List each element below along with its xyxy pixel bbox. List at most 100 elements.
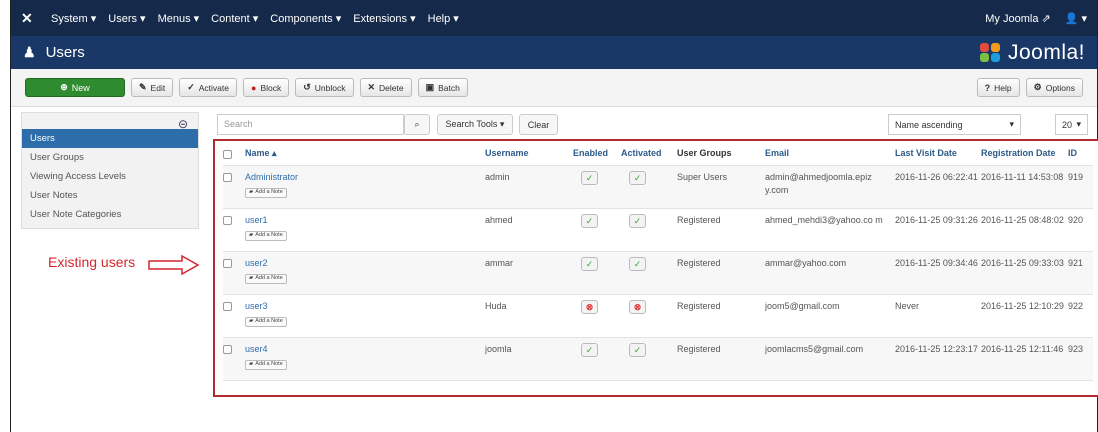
activated-toggle[interactable]: ✓ <box>629 257 646 271</box>
row-checkbox[interactable] <box>223 173 232 182</box>
collapse-sidebar-icon[interactable]: ⊝ <box>178 117 188 131</box>
note-icon: ▰ <box>249 275 254 281</box>
menu-users[interactable]: Users ▾ <box>108 12 145 25</box>
page-title: Users <box>45 44 85 61</box>
clear-button[interactable]: Clear <box>519 114 558 135</box>
search-input[interactable]: Search <box>217 114 404 135</box>
menu-help[interactable]: Help ▾ <box>428 12 459 25</box>
joomla-menu-icon[interactable]: ✕ <box>21 10 37 26</box>
unblock-button[interactable]: ↺ Unblock <box>295 78 354 97</box>
user-name-link[interactable]: Administrator <box>245 172 298 182</box>
joomla-users-window: ✕ System ▾ Users ▾ Menus ▾ Content ▾ Com… <box>10 0 1098 432</box>
sidebar-item-viewing-access-levels[interactable]: Viewing Access Levels <box>22 167 198 186</box>
registration-date-cell: 2016-11-25 12:11:46 <box>981 344 1064 354</box>
sidebar-item-users[interactable]: Users <box>22 129 198 148</box>
last-visit-column-header[interactable]: Last Visit Date <box>895 147 981 160</box>
id-cell: 922 <box>1068 301 1084 311</box>
table-row: Administrator ▰ Add a Note admin ✓ ✓ Supe… <box>223 166 1093 209</box>
menu-components[interactable]: Components ▾ <box>270 12 341 25</box>
user-group-cell: Registered <box>677 301 721 311</box>
enabled-column-header[interactable]: Enabled <box>573 147 621 160</box>
new-button[interactable]: ⊕ New <box>25 78 125 97</box>
user-name-cell: user2 ▰ Add a Note <box>245 257 485 284</box>
search-tools-button[interactable]: Search Tools ▾ <box>437 114 513 135</box>
edit-button[interactable]: ✎ Edit <box>131 78 174 97</box>
activated-toggle[interactable]: ✓ <box>629 343 646 357</box>
sidebar-item-user-note-categories[interactable]: User Note Categories <box>22 205 198 224</box>
batch-button[interactable]: ▣ Batch <box>417 78 468 97</box>
add-note-button[interactable]: ▰ Add a Note <box>245 187 287 198</box>
search-button[interactable]: ⌕ <box>404 114 430 135</box>
user-name-link[interactable]: user4 <box>245 344 268 354</box>
username-cell: admin <box>485 172 510 182</box>
enabled-toggle[interactable]: ✓ <box>581 343 598 357</box>
row-checkbox[interactable] <box>223 259 232 268</box>
options-button[interactable]: ⚙ Options <box>1025 78 1083 97</box>
edit-icon: ✎ <box>139 82 147 92</box>
enabled-toggle[interactable]: ✓ <box>581 257 598 271</box>
last-visit-cell: 2016-11-26 06:22:41 <box>895 172 978 182</box>
username-cell: Huda <box>485 301 507 311</box>
menu-menus[interactable]: Menus ▾ <box>158 12 200 25</box>
chevron-down-icon: ▾ <box>1009 119 1014 129</box>
limit-select[interactable]: 20 ▾ <box>1055 114 1088 135</box>
menu-content[interactable]: Content ▾ <box>211 12 258 25</box>
user-menu[interactable]: 👤 ▾ <box>1065 12 1087 25</box>
table-header: Name ▴ Username Enabled Activated User G… <box>223 141 1093 166</box>
block-button[interactable]: ● Block <box>243 78 290 97</box>
delete-button[interactable]: ✕ Delete <box>359 78 412 97</box>
registration-column-header[interactable]: Registration Date <box>981 147 1068 160</box>
admin-top-navigation: ✕ System ▾ Users ▾ Menus ▾ Content ▾ Com… <box>11 0 1097 36</box>
sidebar-item-user-notes[interactable]: User Notes <box>22 186 198 205</box>
username-column-header[interactable]: Username <box>485 147 573 160</box>
menu-system[interactable]: System ▾ <box>51 12 96 25</box>
user-name-cell: user1 ▰ Add a Note <box>245 214 485 241</box>
user-name-link[interactable]: user2 <box>245 258 268 268</box>
sort-select[interactable]: Name ascending ▾ <box>888 114 1021 135</box>
user-name-link[interactable]: user3 <box>245 301 268 311</box>
sidebar-item-user-groups[interactable]: User Groups <box>22 148 198 167</box>
user-name-link[interactable]: user1 <box>245 215 268 225</box>
block-icon: ⊗ <box>585 301 594 312</box>
activated-toggle[interactable]: ✓ <box>629 214 646 228</box>
menu-extensions[interactable]: Extensions ▾ <box>353 12 415 25</box>
activate-button[interactable]: ✓ Activate <box>179 78 237 97</box>
toolbar-right: ? Help ⚙ Options <box>976 78 1083 97</box>
email-cell: joomlacms5@gmail.com <box>765 344 864 354</box>
users-table: Name ▴ Username Enabled Activated User G… <box>223 141 1093 381</box>
row-checkbox[interactable] <box>223 216 232 225</box>
joomla-brand-text: Joomla! <box>1007 40 1085 64</box>
check-icon: ✓ <box>585 258 594 269</box>
help-button[interactable]: ? Help <box>976 78 1020 97</box>
users-table-body: Administrator ▰ Add a Note admin ✓ ✓ Supe… <box>223 166 1093 381</box>
existing-users-annotation: Existing users <box>48 254 136 270</box>
email-column-header[interactable]: Email <box>765 147 895 160</box>
email-cell: admin@ahmedjoomla.epiz y.com <box>765 172 872 195</box>
my-joomla-link[interactable]: My Joomla ⇗ <box>985 12 1050 25</box>
id-column-header[interactable]: ID <box>1068 147 1093 160</box>
add-note-button[interactable]: ▰ Add a Note <box>245 273 287 284</box>
row-checkbox[interactable] <box>223 302 232 311</box>
joomla-logo: Joomla! <box>979 40 1085 65</box>
activated-toggle[interactable]: ✓ <box>629 171 646 185</box>
activated-column-header[interactable]: Activated <box>621 147 677 160</box>
note-icon: ▰ <box>249 189 254 195</box>
add-note-button[interactable]: ▰ Add a Note <box>245 316 287 327</box>
add-note-button[interactable]: ▰ Add a Note <box>245 230 287 241</box>
name-column-header[interactable]: Name ▴ <box>245 147 485 160</box>
check-icon: ✓ <box>633 172 642 183</box>
enabled-toggle[interactable]: ✓ <box>581 214 598 228</box>
enabled-toggle[interactable]: ⊗ <box>581 300 598 314</box>
add-note-button[interactable]: ▰ Add a Note <box>245 359 287 370</box>
activated-toggle[interactable]: ⊗ <box>629 300 646 314</box>
joomla-logo-mark-icon <box>979 42 1002 63</box>
row-checkbox[interactable] <box>223 345 232 354</box>
username-cell: ahmed <box>485 215 513 225</box>
enabled-toggle[interactable]: ✓ <box>581 171 598 185</box>
user-groups-column-header: User Groups <box>677 147 732 158</box>
registration-date-cell: 2016-11-25 12:10:29 <box>981 301 1064 311</box>
chevron-down-icon: ▾ <box>1076 119 1081 129</box>
users-table-highlight: Name ▴ Username Enabled Activated User G… <box>213 139 1098 397</box>
select-all-checkbox[interactable] <box>223 149 232 159</box>
unblock-icon: ↺ <box>303 82 311 92</box>
